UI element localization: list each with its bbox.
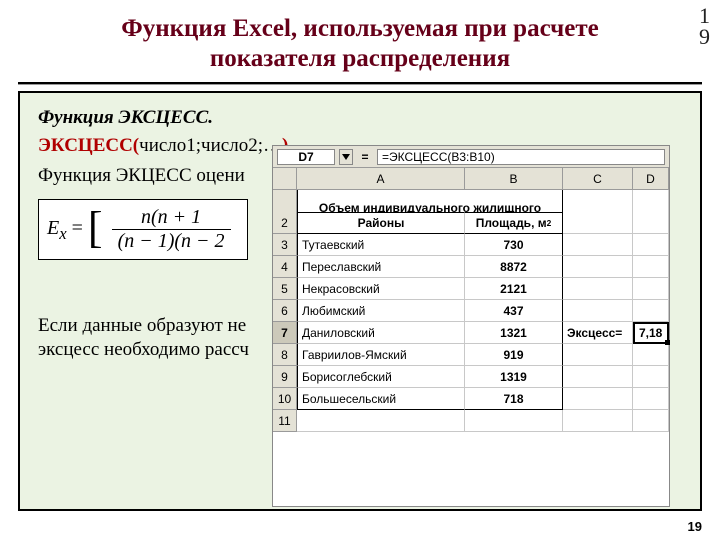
para2-line2: эксцесс необходимо рассч — [38, 339, 249, 360]
cell-A3[interactable]: Тутаевский — [297, 234, 465, 256]
row-header-2[interactable]: 2 — [273, 212, 297, 234]
cell-C7[interactable]: Эксцесс= — [563, 322, 633, 344]
cell-C5[interactable] — [563, 278, 633, 300]
excel-formula-bar: D7 = =ЭКСЦЕСС(B3:B10) — [273, 146, 669, 168]
cell-A2[interactable]: Районы — [297, 212, 465, 234]
col-header-D[interactable]: D — [633, 168, 669, 190]
cell-B3[interactable]: 730 — [465, 234, 563, 256]
cell-D7-selected[interactable]: 7,18 — [633, 322, 669, 344]
cell-A10[interactable]: Большесельский — [297, 388, 465, 410]
cell-C9[interactable] — [563, 366, 633, 388]
corner-page-number: 1 9 — [699, 6, 710, 48]
cell-C11[interactable] — [563, 410, 633, 432]
cell-D8[interactable] — [633, 344, 669, 366]
cell-C4[interactable] — [563, 256, 633, 278]
row-header-8[interactable]: 8 — [273, 344, 297, 366]
cell-A6[interactable]: Любимский — [297, 300, 465, 322]
row-header-11[interactable]: 11 — [273, 410, 297, 432]
cell-B6[interactable]: 437 — [465, 300, 563, 322]
cell-C6[interactable] — [563, 300, 633, 322]
row-header-3[interactable]: 3 — [273, 234, 297, 256]
cell-B7[interactable]: 1321 — [465, 322, 563, 344]
formula-fraction: n(n + 1 (n − 1)(n − 2 — [112, 206, 231, 253]
row-header-5[interactable]: 5 — [273, 278, 297, 300]
cell-D9[interactable] — [633, 366, 669, 388]
formula-eq: = — [72, 217, 88, 239]
row-header-9[interactable]: 9 — [273, 366, 297, 388]
row-header-10[interactable]: 10 — [273, 388, 297, 410]
row-header-6[interactable]: 6 — [273, 300, 297, 322]
cell-D5[interactable] — [633, 278, 669, 300]
excel-namebox[interactable]: D7 — [277, 149, 335, 165]
cell-A7[interactable]: Даниловский — [297, 322, 465, 344]
cell-C2[interactable] — [563, 212, 633, 234]
cell-B8[interactable]: 919 — [465, 344, 563, 366]
cell-B5[interactable]: 2121 — [465, 278, 563, 300]
header-b-sup: 2 — [547, 218, 552, 228]
formula-num: n(n + 1 — [112, 206, 231, 230]
cell-A9[interactable]: Борисоглебский — [297, 366, 465, 388]
corner-num-2: 9 — [699, 27, 710, 48]
cell-B4[interactable]: 8872 — [465, 256, 563, 278]
page-number: 19 — [688, 519, 702, 534]
header-b-text: Площадь, м — [476, 216, 547, 230]
cell-A4[interactable]: Переславский — [297, 256, 465, 278]
equals-icon: = — [357, 150, 373, 164]
para2-line1: Если данные образуют не — [38, 315, 246, 336]
col-header-A[interactable]: A — [297, 168, 465, 190]
excel-window: D7 = =ЭКСЦЕСС(B3:B10) A B C D 1 Объем ин… — [272, 145, 670, 507]
col-header-C[interactable]: C — [563, 168, 633, 190]
cell-D4[interactable] — [633, 256, 669, 278]
row-header-4[interactable]: 4 — [273, 256, 297, 278]
cell-D11[interactable] — [633, 410, 669, 432]
bracket-open: [ — [88, 206, 103, 250]
cell-A11[interactable] — [297, 410, 465, 432]
cell-D2[interactable] — [633, 212, 669, 234]
syntax-args: число1;число2;… — [139, 135, 282, 156]
cell-C3[interactable] — [563, 234, 633, 256]
function-name-heading: Функция ЭКСЦЕСС. — [38, 107, 682, 129]
cell-D10[interactable] — [633, 388, 669, 410]
select-all-corner[interactable] — [273, 168, 297, 190]
cell-A8[interactable]: Гавриилов-Ямский — [297, 344, 465, 366]
cell-A5[interactable]: Некрасовский — [297, 278, 465, 300]
formula-lhs: Ex — [47, 217, 67, 239]
cell-C10[interactable] — [563, 388, 633, 410]
cell-D6[interactable] — [633, 300, 669, 322]
excel-grid[interactable]: A B C D 1 Объем индивидуального жилищног… — [273, 168, 669, 432]
cell-C8[interactable] — [563, 344, 633, 366]
syntax-red-open: ЭКСЦЕСС( — [38, 135, 139, 156]
row-header-7[interactable]: 7 — [273, 322, 297, 344]
cell-B11[interactable] — [465, 410, 563, 432]
cell-B10[interactable]: 718 — [465, 388, 563, 410]
title-rule — [18, 82, 702, 85]
cell-B2[interactable]: Площадь, м2 — [465, 212, 563, 234]
namebox-dropdown-icon[interactable] — [339, 149, 353, 165]
cell-B9[interactable]: 1319 — [465, 366, 563, 388]
formula-box: Ex = [ n(n + 1 (n − 1)(n − 2 — [38, 199, 248, 260]
cell-D3[interactable] — [633, 234, 669, 256]
col-header-B[interactable]: B — [465, 168, 563, 190]
excel-formula-input[interactable]: =ЭКСЦЕСС(B3:B10) — [377, 149, 665, 165]
formula-den: (n − 1)(n − 2 — [112, 230, 231, 253]
slide-title: Функция Excel, используемая при расчете … — [0, 0, 720, 82]
